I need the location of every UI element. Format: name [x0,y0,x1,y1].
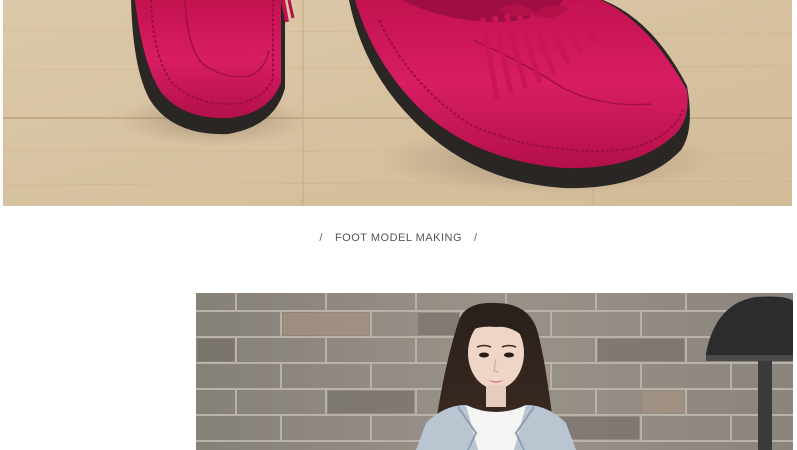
product-detail-page: / FOOT MODEL MAKING / [0,0,797,450]
section-heading: / FOOT MODEL MAKING / [0,228,797,248]
model-brick-wall-photo [196,293,793,450]
heading-left-slash: / [319,232,323,244]
shoes-on-floor-photo [3,0,792,206]
heading-right-slash: / [474,232,478,244]
heading-title: FOOT MODEL MAKING [334,232,463,244]
